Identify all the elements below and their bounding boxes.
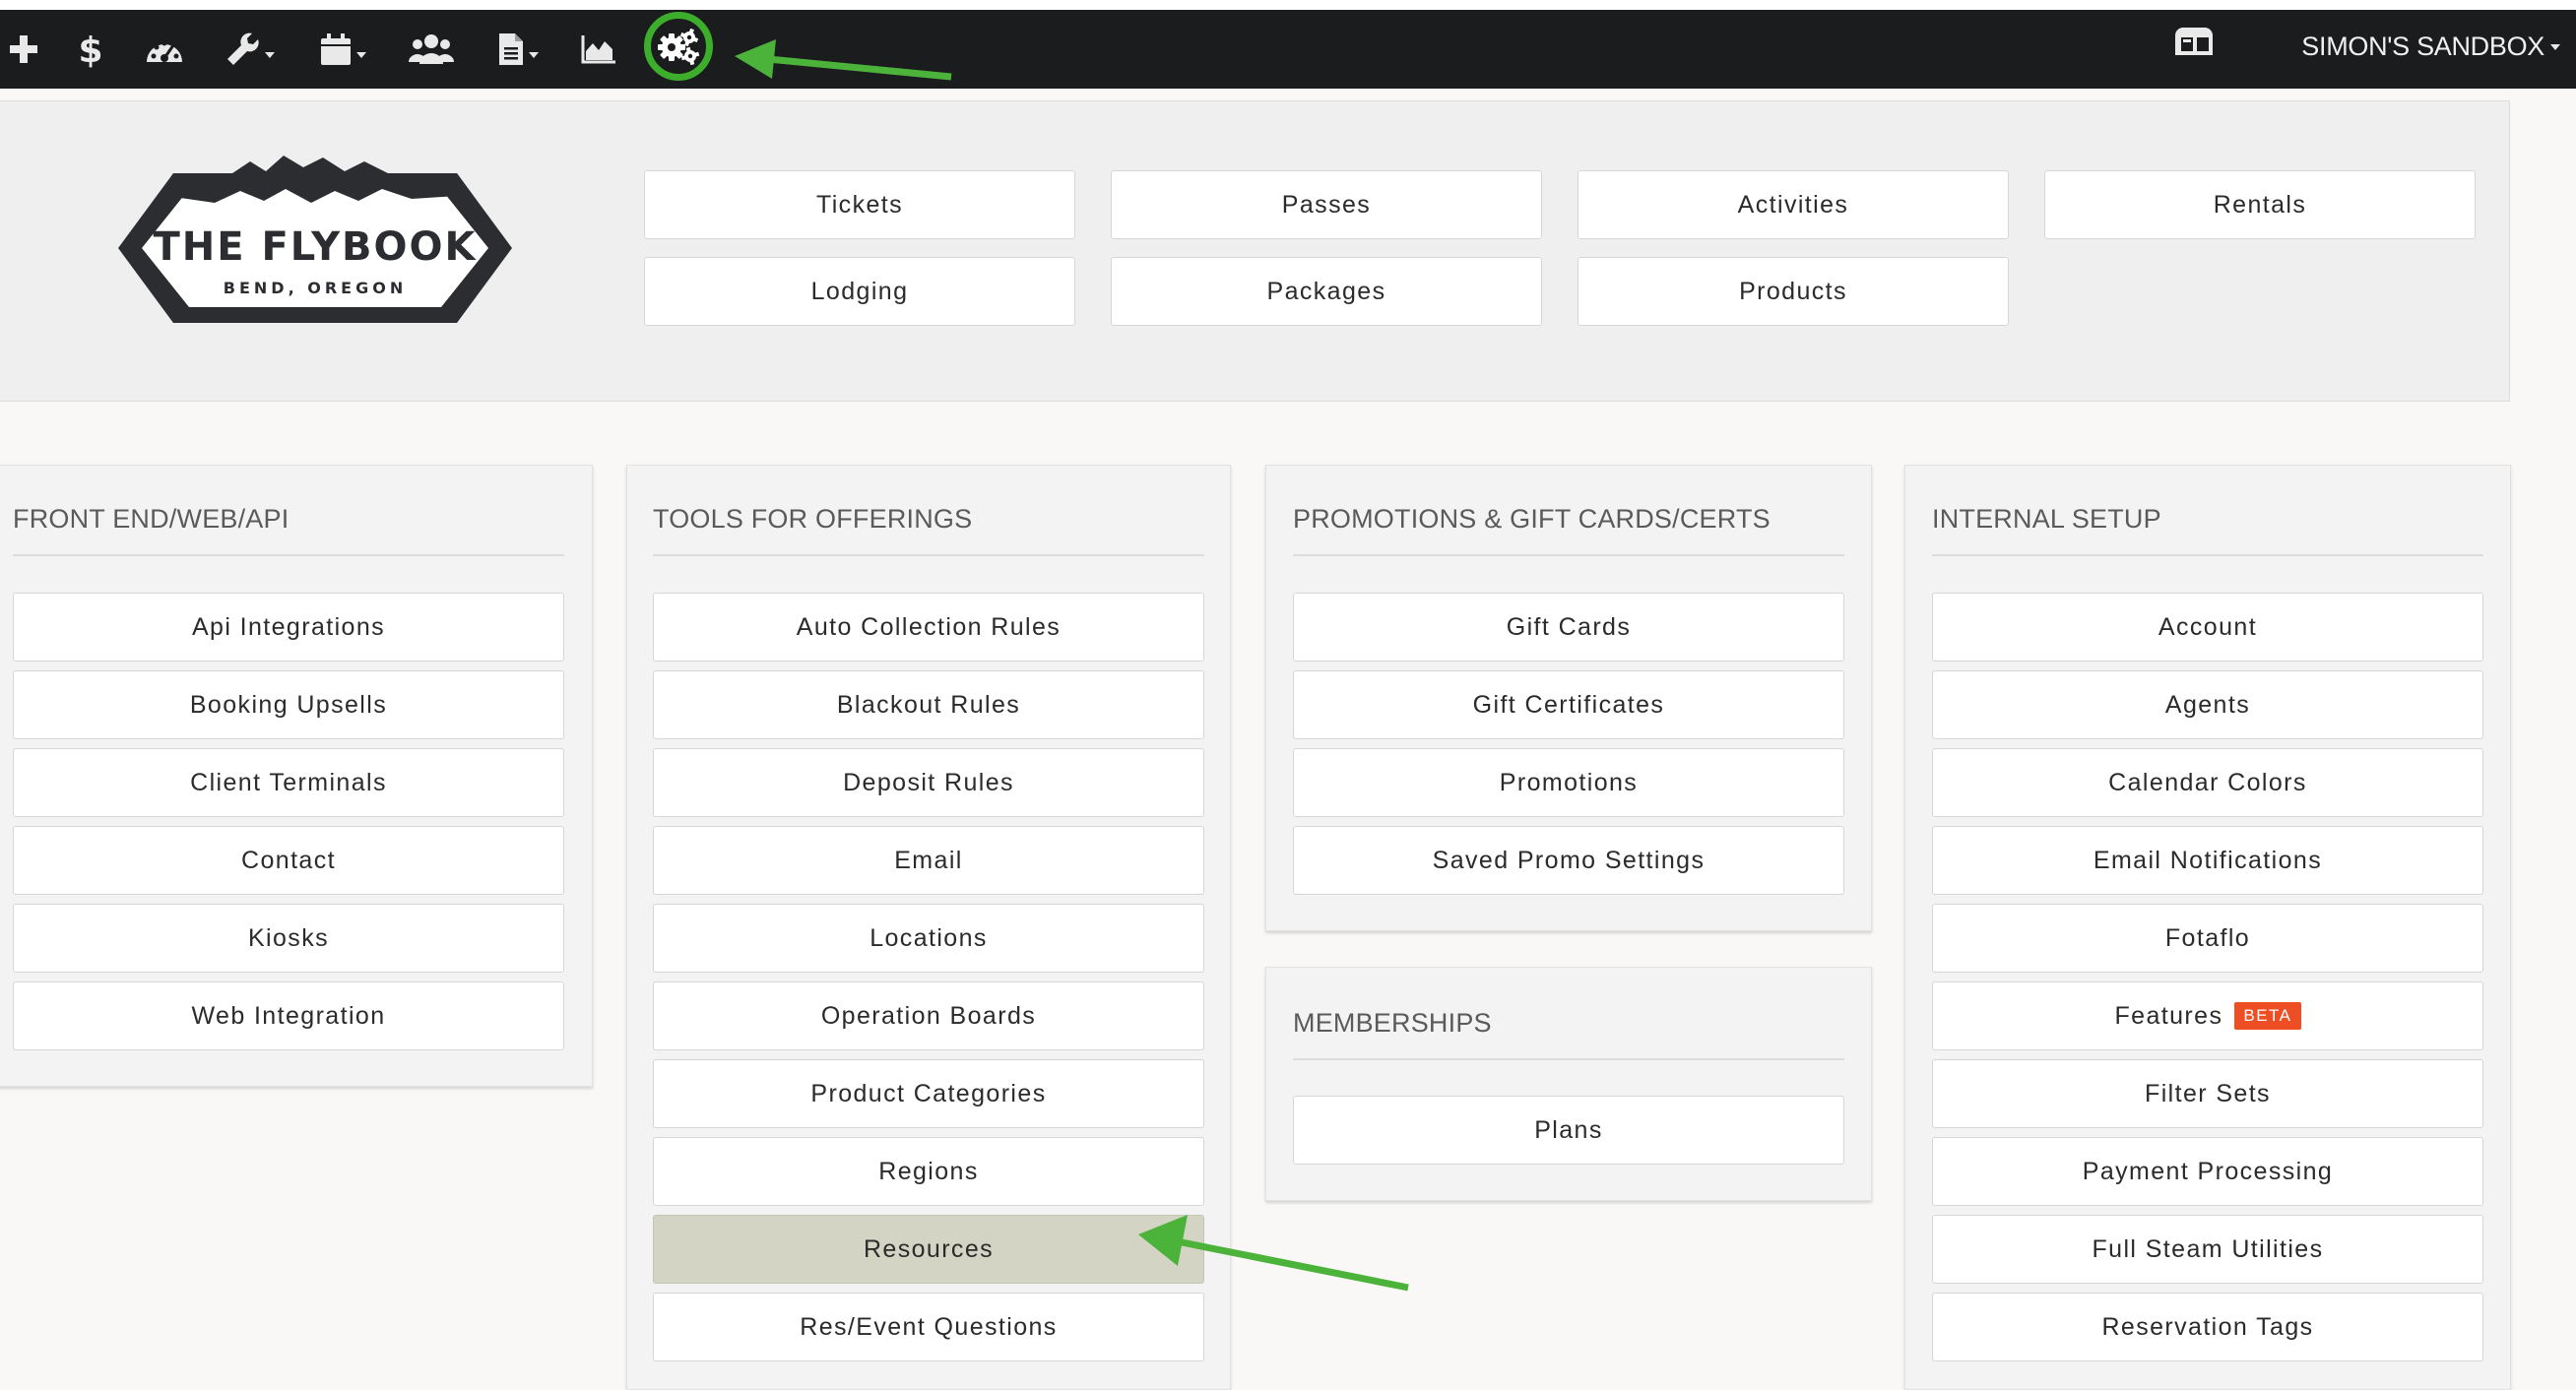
- blackout-rules-button[interactable]: Blackout Rules: [653, 670, 1204, 739]
- offering-packages-button[interactable]: Packages: [1111, 257, 1542, 326]
- plus-icon[interactable]: [4, 20, 43, 79]
- operation-boards-button[interactable]: Operation Boards: [653, 981, 1204, 1050]
- flybook-logo: THE FLYBOOK BEND, OREGON: [118, 156, 512, 323]
- fotaflo-button[interactable]: Fotaflo: [1932, 904, 2483, 973]
- document-icon[interactable]: [492, 20, 544, 79]
- email-button[interactable]: Email: [653, 826, 1204, 895]
- settings-cogs-icon[interactable]: [644, 12, 713, 81]
- offering-products-button[interactable]: Products: [1578, 257, 2009, 326]
- calendar-colors-button[interactable]: Calendar Colors: [1932, 748, 2483, 817]
- front-end-divider: [13, 554, 564, 556]
- resources-button[interactable]: Resources: [653, 1215, 1204, 1284]
- offering-activities-button[interactable]: Activities: [1578, 170, 2009, 239]
- dashboard-icon[interactable]: [140, 20, 189, 79]
- dollar-icon[interactable]: $: [71, 20, 110, 79]
- product-categories-button[interactable]: Product Categories: [653, 1059, 1204, 1128]
- promotions-button[interactable]: Promotions: [1293, 748, 1844, 817]
- tools-title: TOOLS FOR OFFERINGS: [653, 504, 973, 534]
- account-button[interactable]: Account: [1932, 593, 2483, 662]
- offering-passes-button[interactable]: Passes: [1111, 170, 1542, 239]
- offering-tickets-button[interactable]: Tickets: [644, 170, 1075, 239]
- offering-rentals-button[interactable]: Rentals: [2044, 170, 2476, 239]
- front-end-title: FRONT END/WEB/API: [13, 504, 290, 534]
- email-notifications-button[interactable]: Email Notifications: [1932, 826, 2483, 895]
- agents-button[interactable]: Agents: [1932, 670, 2483, 739]
- web-integration-button[interactable]: Web Integration: [13, 981, 564, 1050]
- contact-button[interactable]: Contact: [13, 826, 564, 895]
- logo-subtitle: BEND, OREGON: [224, 279, 407, 297]
- saved-promo-settings-button[interactable]: Saved Promo Settings: [1293, 826, 1844, 895]
- tools-divider: [653, 554, 1204, 556]
- res-event-questions-button[interactable]: Res/Event Questions: [653, 1293, 1204, 1361]
- client-terminals-button[interactable]: Client Terminals: [13, 748, 564, 817]
- booking-upsells-button[interactable]: Booking Upsells: [13, 670, 564, 739]
- full-steam-utilities-button[interactable]: Full Steam Utilities: [1932, 1215, 2483, 1284]
- filter-sets-button[interactable]: Filter Sets: [1932, 1059, 2483, 1128]
- api-integrations-button[interactable]: Api Integrations: [13, 593, 564, 662]
- features-label: Features: [2114, 1001, 2223, 1030]
- beta-badge: BETA: [2234, 1002, 2301, 1030]
- payment-processing-button[interactable]: Payment Processing: [1932, 1137, 2483, 1206]
- features-button[interactable]: Features BETA: [1932, 981, 2483, 1050]
- auto-collection-rules-button[interactable]: Auto Collection Rules: [653, 593, 1204, 662]
- calendar-icon[interactable]: [313, 20, 372, 79]
- promotions-title: PROMOTIONS & GIFT CARDS/CERTS: [1293, 504, 1771, 534]
- offering-lodging-button[interactable]: Lodging: [644, 257, 1075, 326]
- internal-setup-title: INTERNAL SETUP: [1932, 504, 2161, 534]
- logo-title: THE FLYBOOK: [153, 224, 477, 270]
- internal-setup-divider: [1932, 554, 2483, 556]
- wrench-icon[interactable]: [221, 20, 280, 79]
- reservation-tags-button[interactable]: Reservation Tags: [1932, 1293, 2483, 1361]
- memberships-title: MEMBERSHIPS: [1293, 1008, 1492, 1038]
- memberships-panel: [1265, 967, 1872, 1201]
- top-strip: [0, 0, 2576, 10]
- memberships-divider: [1293, 1058, 1844, 1060]
- area-chart-icon[interactable]: [577, 20, 620, 79]
- gift-certificates-button[interactable]: Gift Certificates: [1293, 670, 1844, 739]
- promotions-divider: [1293, 554, 1844, 556]
- svg-text:$: $: [78, 31, 102, 69]
- regions-button[interactable]: Regions: [653, 1137, 1204, 1206]
- account-menu[interactable]: SIMON'S SANDBOX: [2301, 10, 2560, 83]
- kiosks-button[interactable]: Kiosks: [13, 904, 564, 973]
- gift-cards-button[interactable]: Gift Cards: [1293, 593, 1844, 662]
- locations-button[interactable]: Locations: [653, 904, 1204, 973]
- users-icon[interactable]: [406, 20, 457, 79]
- card-reader-icon[interactable]: [2173, 22, 2215, 66]
- deposit-rules-button[interactable]: Deposit Rules: [653, 748, 1204, 817]
- account-name: SIMON'S SANDBOX: [2301, 31, 2544, 61]
- plans-button[interactable]: Plans: [1293, 1096, 1844, 1165]
